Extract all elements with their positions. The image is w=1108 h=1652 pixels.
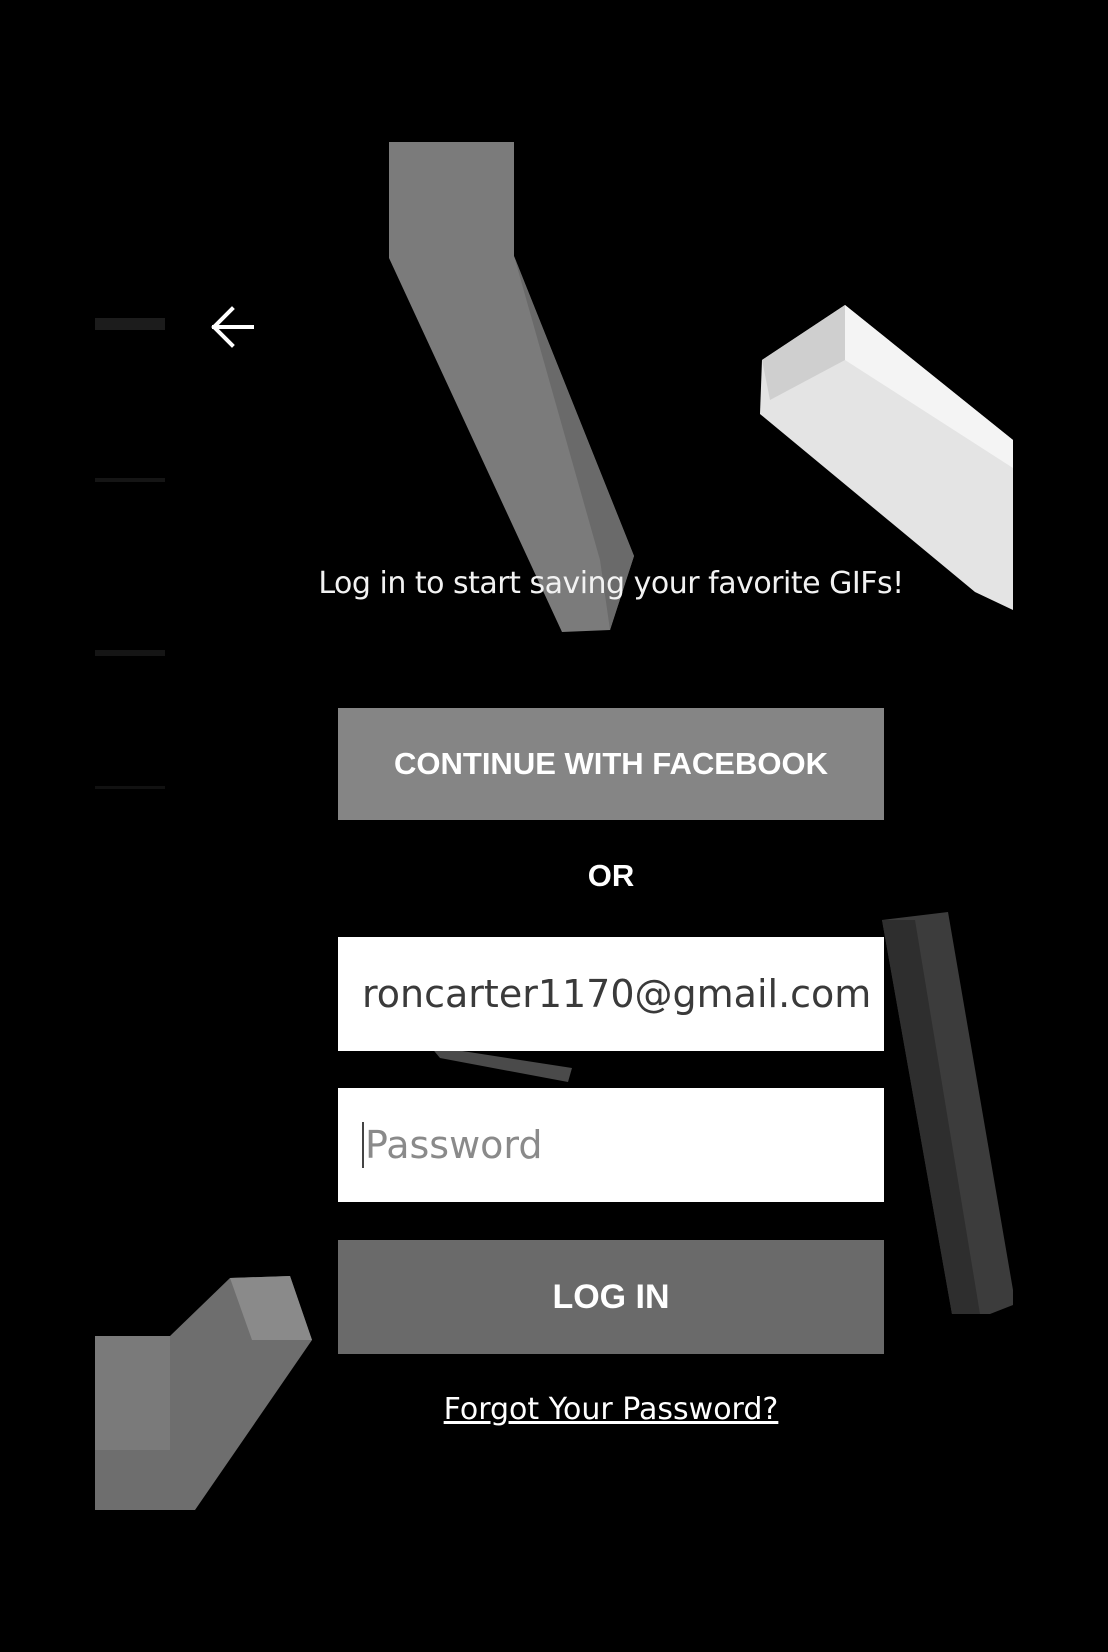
or-divider: OR: [587, 858, 635, 893]
email-value: roncarter1170@gmail.com: [362, 972, 872, 1016]
login-tagline: Log in to start saving your favorite GIF…: [318, 566, 904, 601]
email-field[interactable]: roncarter1170@gmail.com: [338, 937, 884, 1051]
back-button[interactable]: [205, 302, 261, 352]
password-field[interactable]: Password: [338, 1088, 884, 1202]
arrow-left-icon: [211, 306, 254, 348]
text-cursor: [362, 1122, 364, 1168]
continue-with-facebook-button[interactable]: CONTINUE WITH FACEBOOK: [338, 708, 884, 820]
password-placeholder: Password: [365, 1123, 543, 1167]
log-in-button[interactable]: LOG IN: [338, 1240, 884, 1354]
forgot-password-link[interactable]: Forgot Your Password?: [338, 1392, 884, 1427]
